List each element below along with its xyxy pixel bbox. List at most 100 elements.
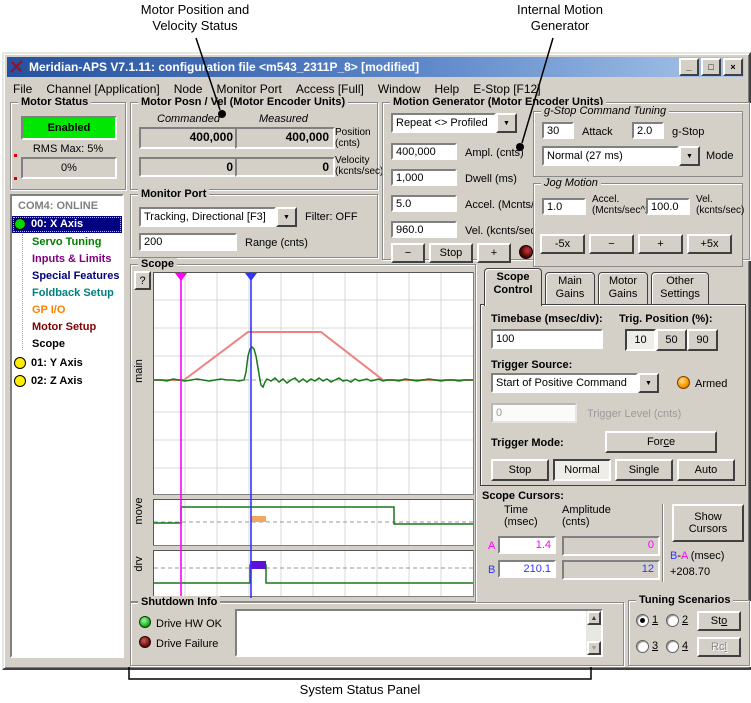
tab-main-gains[interactable]: Main Gains xyxy=(545,272,595,304)
tab-other-settings[interactable]: Other Settings xyxy=(651,272,709,304)
jog-plus-button[interactable]: + xyxy=(638,234,683,254)
annotation-line: Internal Motion xyxy=(470,2,650,18)
scenario-3-label[interactable]: 3 xyxy=(652,640,658,652)
mode-normal-button[interactable]: Normal xyxy=(553,459,611,481)
move-marker-bar xyxy=(251,516,266,522)
rms-marker-icon xyxy=(14,177,17,180)
trig-pos-90-button[interactable]: 90 xyxy=(687,329,718,351)
chevron-down-icon[interactable]: ▼ xyxy=(496,113,517,133)
jog-accel-input[interactable] xyxy=(542,198,586,215)
scenario-4-radio[interactable] xyxy=(666,640,679,653)
stop-button[interactable]: Stop xyxy=(429,243,473,263)
tree-item-x-axis[interactable]: 00: X Axis xyxy=(12,216,122,233)
scenario-3-radio[interactable] xyxy=(636,640,649,653)
drv-marker-bar xyxy=(250,561,266,569)
profile-dropdown[interactable]: Repeat <> Profiled ▼ xyxy=(391,113,517,133)
drive-hw-ok-led-icon xyxy=(139,616,151,628)
chevron-down-icon[interactable]: ▼ xyxy=(679,146,700,166)
cursor-b-amplitude: 12 xyxy=(562,560,660,580)
velocity-measured-value: 0 xyxy=(235,157,335,177)
scenario-1-radio[interactable] xyxy=(636,614,649,627)
delta-label: B-A (msec) xyxy=(670,550,724,562)
store-label: St xyxy=(711,615,721,627)
tree-item-foldback-setup[interactable]: Foldback Setup xyxy=(32,287,114,299)
tree-item-scope[interactable]: Scope xyxy=(32,338,65,350)
trig-pos-50-button[interactable]: 50 xyxy=(656,329,687,351)
tree-item-gp-io[interactable]: GP I/O xyxy=(32,304,65,316)
gstop-group: g-Stop Command Tuning Attack g-Stop Norm… xyxy=(533,111,743,177)
mode-label: Mode xyxy=(706,150,734,162)
motor-status-group: Motor Status Enabled RMS Max: 5% 0% xyxy=(10,102,126,190)
scenario-2-radio[interactable] xyxy=(666,614,679,627)
scrollbar[interactable]: ▲ ▼ xyxy=(586,611,601,655)
position-label: Position xyxy=(335,127,371,138)
posn-vel-group: Motor Posn / Vel (Motor Encoder Units) C… xyxy=(130,102,378,190)
rms-progress-bar: 0% xyxy=(21,157,117,179)
trig-pos-10-button[interactable]: 10 xyxy=(625,329,656,351)
jog-minus5x-button[interactable]: -5x xyxy=(540,234,585,254)
axis-led-green-icon xyxy=(14,218,26,230)
tree-item-motor-setup[interactable]: Motor Setup xyxy=(32,321,96,333)
tuning-scenarios-group: Tuning Scenarios 1 2 Sto 3 4 Rcl xyxy=(628,600,750,666)
trigger-source-dropdown[interactable]: Start of Positive Command ▼ xyxy=(491,373,659,393)
jog-minus-button[interactable]: − xyxy=(391,243,425,263)
show-cursors-label: Show xyxy=(694,511,722,523)
chevron-down-icon[interactable]: ▼ xyxy=(276,207,297,227)
shutdown-message-box[interactable]: ▲ ▼ xyxy=(235,609,603,657)
mode-auto-button[interactable]: Auto xyxy=(677,459,735,481)
app-icon: A xyxy=(9,59,25,75)
tab-label: Control xyxy=(485,284,541,297)
range-input[interactable] xyxy=(139,233,237,251)
monitor-port-value: Tracking, Directional [F3] xyxy=(139,207,276,227)
scenario-1-label[interactable]: 1 xyxy=(652,614,658,626)
cursor-b-time-input[interactable] xyxy=(498,560,556,578)
mode-stop-button[interactable]: Stop xyxy=(491,459,549,481)
ampl-input[interactable] xyxy=(391,143,457,160)
show-cursors-button[interactable]: Show Cursors xyxy=(672,504,744,542)
scope-help-button[interactable]: ? xyxy=(134,271,151,290)
maximize-button[interactable]: □ xyxy=(701,58,721,76)
scroll-up-icon[interactable]: ▲ xyxy=(587,611,601,625)
tree-item-label: 00: X Axis xyxy=(31,218,83,230)
velocity-units: (kcnts/sec) xyxy=(335,166,383,177)
profile-value: Repeat <> Profiled xyxy=(391,113,496,133)
position-units-label: Position (cnts) xyxy=(335,127,371,149)
main-plot-label: main xyxy=(133,347,145,395)
tree-item-inputs-limits[interactable]: Inputs & Limits xyxy=(32,253,111,265)
mode-single-button[interactable]: Single xyxy=(615,459,673,481)
attack-input[interactable] xyxy=(542,122,574,139)
tree-item-servo-tuning[interactable]: Servo Tuning xyxy=(32,236,101,248)
gstop-mode-dropdown[interactable]: Normal (27 ms) ▼ xyxy=(542,146,700,166)
monitor-port-dropdown[interactable]: Tracking, Directional [F3] ▼ xyxy=(139,207,297,227)
scenario-2-label[interactable]: 2 xyxy=(682,614,688,626)
annotation-line: Generator xyxy=(470,18,650,34)
timebase-input[interactable] xyxy=(491,329,603,349)
gstop-input[interactable] xyxy=(632,122,664,139)
cursor-a-time-input[interactable] xyxy=(498,536,556,554)
divider xyxy=(662,504,663,582)
jog-minus-button[interactable]: − xyxy=(589,234,634,254)
title-bar[interactable]: A Meridian-APS V7.1.11: configuration fi… xyxy=(7,57,744,77)
delta-value: +208.70 xyxy=(670,566,710,578)
jog-vel-input[interactable] xyxy=(646,198,690,215)
store-button[interactable]: Sto xyxy=(697,611,741,631)
jog-plus5x-button[interactable]: +5x xyxy=(687,234,732,254)
jog-plus-button[interactable]: + xyxy=(477,243,511,263)
force-button[interactable]: Force xyxy=(605,431,717,453)
tab-label: Settings xyxy=(652,288,708,301)
vel-input[interactable] xyxy=(391,221,457,238)
tab-motor-gains[interactable]: Motor Gains xyxy=(598,272,648,304)
tree-item-z-axis[interactable]: 02: Z Axis xyxy=(12,374,122,391)
minimize-button[interactable]: _ xyxy=(679,58,699,76)
accel-input[interactable] xyxy=(391,195,457,212)
close-button[interactable]: × xyxy=(723,58,743,76)
window-title: Meridian-APS V7.1.11: configuration file… xyxy=(29,60,419,74)
dwell-input[interactable] xyxy=(391,169,457,186)
tree-item-y-axis[interactable]: 01: Y Axis xyxy=(12,356,122,373)
scenario-4-label[interactable]: 4 xyxy=(682,640,688,652)
scroll-down-icon[interactable]: ▼ xyxy=(587,641,601,655)
chevron-down-icon[interactable]: ▼ xyxy=(638,373,659,393)
monitor-port-title: Monitor Port xyxy=(138,188,209,200)
tab-scope-control[interactable]: Scope Control xyxy=(484,268,542,306)
tree-item-special-features[interactable]: Special Features xyxy=(32,270,119,282)
